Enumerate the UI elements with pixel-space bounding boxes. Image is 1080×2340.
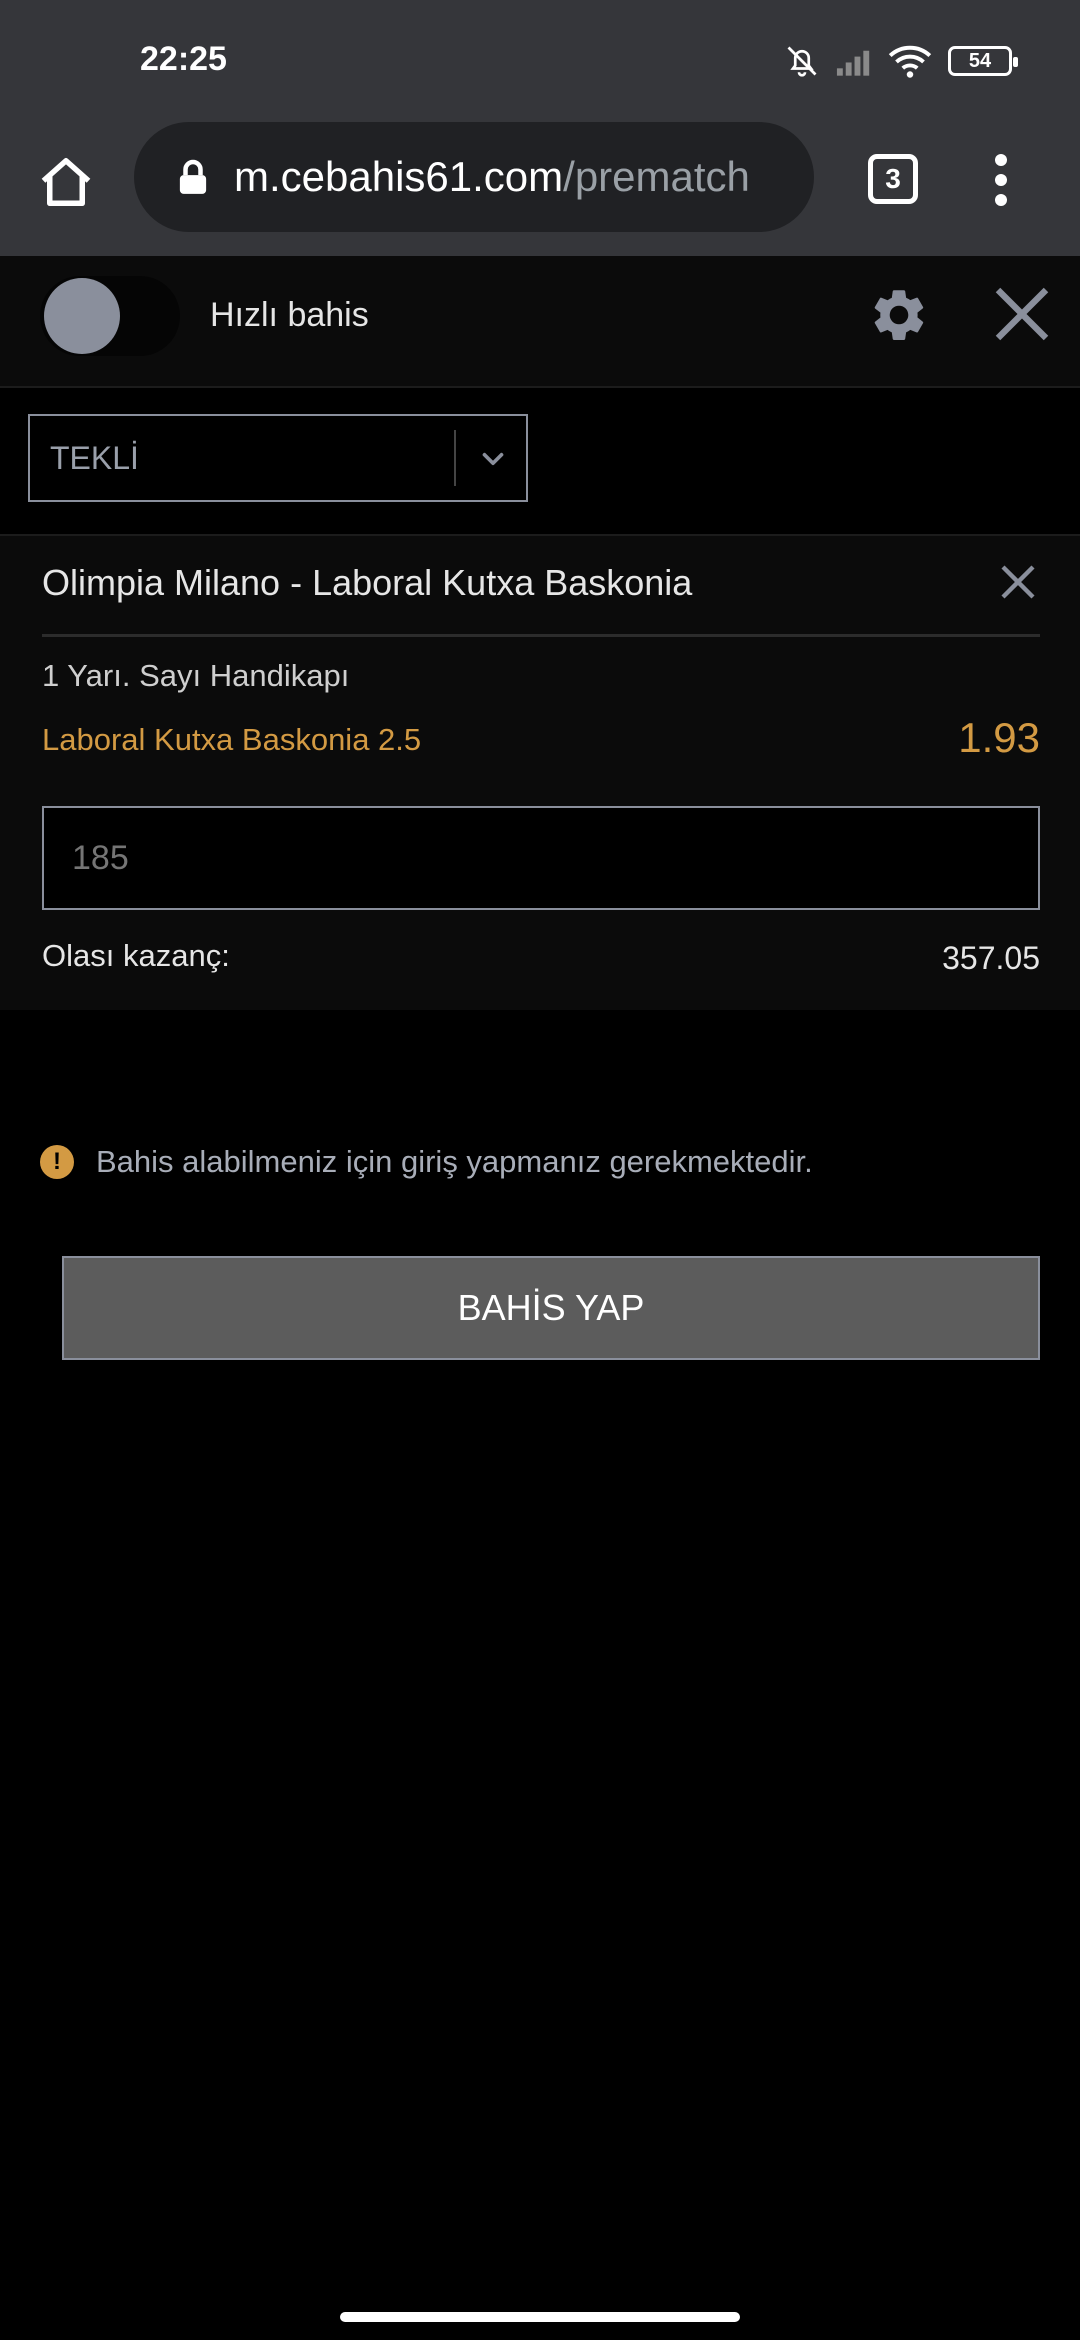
status-icons: 54: [784, 40, 1018, 82]
warning-icon: !: [40, 1145, 74, 1179]
toggle-knob: [44, 278, 120, 354]
quick-bet-toggle[interactable]: [40, 276, 180, 356]
url-host: m.cebahis61.com: [234, 153, 564, 200]
home-indicator[interactable]: [340, 2312, 740, 2322]
status-bar: 22:25 54: [0, 0, 1080, 120]
quick-bet-label: Hızlı bahis: [210, 296, 369, 334]
card-divider: [42, 634, 1040, 637]
bell-off-icon: [787, 46, 817, 77]
warning-text: Bahis alabilmeniz için giriş yapmanız ge…: [96, 1144, 813, 1179]
battery-icon: 54: [948, 46, 1018, 76]
chevron-down-icon: [482, 452, 504, 466]
possible-win-value: 357.05: [942, 940, 1040, 976]
bet-slip-card: Olimpia Milano - Laboral Kutxa Baskonia …: [0, 536, 1080, 1010]
market-name: 1 Yarı. Sayı Handikapı: [42, 658, 350, 693]
more-vert-icon[interactable]: [986, 150, 1016, 210]
close-icon[interactable]: [990, 282, 1054, 346]
odds-value: 1.93: [958, 714, 1040, 761]
bet-type-select[interactable]: TEKLİ: [28, 414, 528, 502]
match-title: Olimpia Milano - Laboral Kutxa Baskonia: [42, 562, 693, 603]
url-text: m.cebahis61.com/prematch: [234, 153, 750, 201]
home-icon[interactable]: [36, 152, 96, 212]
possible-win-label: Olası kazanç:: [42, 938, 230, 973]
bet-type-value: TEKLİ: [50, 440, 139, 476]
bet-type-row: TEKLİ: [0, 388, 1080, 536]
quick-bet-bar: Hızlı bahis: [0, 256, 1080, 388]
tabs-icon[interactable]: 3: [868, 154, 918, 204]
stake-input[interactable]: [42, 806, 1040, 910]
login-warning: ! Bahis alabilmeniz için giriş yapmanız …: [40, 1144, 813, 1180]
remove-bet-close-icon[interactable]: [998, 562, 1038, 602]
signal-icon: [836, 50, 870, 76]
wifi-icon: [888, 45, 932, 78]
place-bet-button[interactable]: BAHİS YAP: [62, 1256, 1040, 1360]
gear-icon[interactable]: [868, 284, 930, 346]
lock-icon: [179, 159, 207, 194]
address-bar[interactable]: m.cebahis61.com/prematch: [134, 122, 814, 232]
browser-toolbar: m.cebahis61.com/prematch 3: [0, 120, 1080, 256]
url-path: /prematch: [563, 153, 750, 200]
select-divider: [454, 430, 456, 486]
selection-name: Laboral Kutxa Baskonia 2.5: [42, 722, 422, 757]
status-time: 22:25: [140, 40, 227, 78]
